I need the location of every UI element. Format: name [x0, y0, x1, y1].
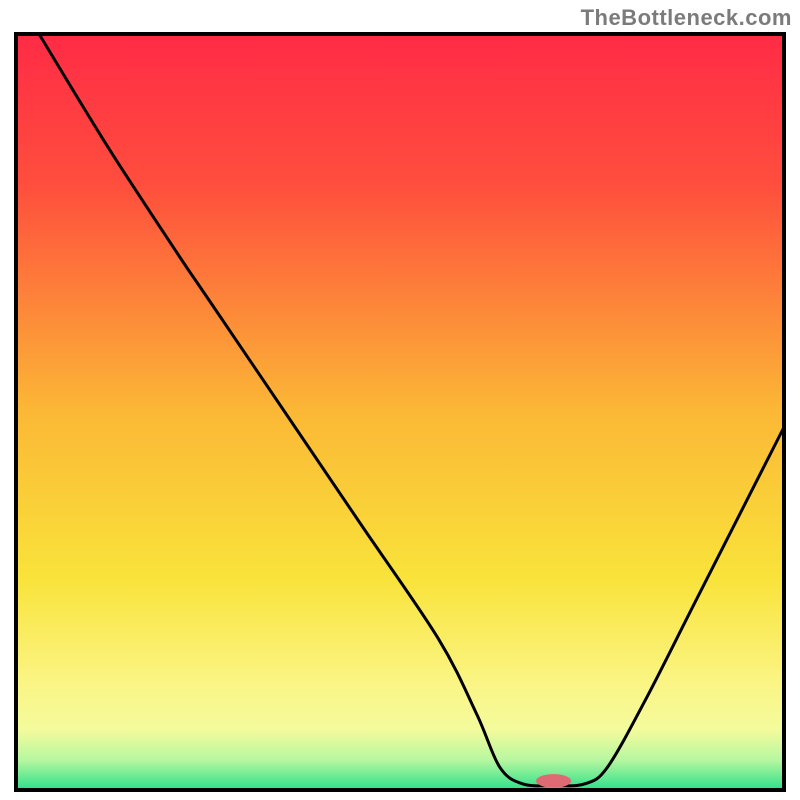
watermark-label: TheBottleneck.com: [581, 5, 792, 31]
optimum-marker: [536, 774, 571, 788]
chart-container: TheBottleneck.com: [0, 0, 800, 800]
chart-svg: [0, 0, 800, 800]
gradient-background: [16, 34, 784, 790]
